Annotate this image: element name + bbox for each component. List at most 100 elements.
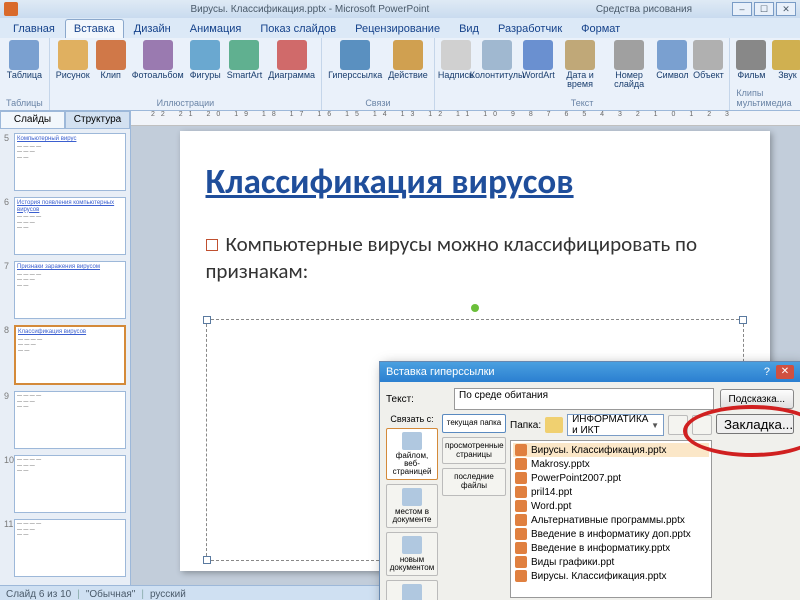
ribbon-Диаграмма[interactable]: Диаграмма: [268, 40, 315, 80]
ribbon-Действие[interactable]: Действие: [388, 40, 428, 80]
dialog-close-button[interactable]: ✕: [776, 365, 794, 379]
browsed-pages-button[interactable]: просмотренные страницы: [442, 437, 506, 465]
ribbon-tab[interactable]: Вид: [450, 19, 488, 38]
resize-handle[interactable]: [203, 556, 211, 564]
ribbon-group-name: Иллюстрации: [157, 98, 215, 108]
linkto-new[interactable]: новым документом: [386, 532, 438, 576]
slides-tab[interactable]: Слайды: [0, 111, 65, 129]
ribbon-icon: [58, 40, 88, 70]
ribbon-Фотоальбом[interactable]: Фотоальбом: [132, 40, 184, 80]
file-item[interactable]: Введение в информатику.pptx: [513, 541, 709, 555]
ribbon-Дата и время[interactable]: Дата и время: [559, 40, 600, 89]
file-item[interactable]: Вирусы. Классификация.pptx: [513, 443, 709, 457]
ribbon-group-name: Текст: [571, 98, 594, 108]
ribbon-Фигуры[interactable]: Фигуры: [190, 40, 221, 80]
ribbon-SmartArt[interactable]: SmartArt: [227, 40, 263, 80]
ribbon-group: ФильмЗвукКлипы мультимедиа: [730, 38, 800, 110]
file-item[interactable]: Word.ppt: [513, 499, 709, 513]
slide-thumbnail[interactable]: 9— — — — — — — — —: [4, 391, 126, 449]
ribbon-Таблица[interactable]: Таблица: [7, 40, 42, 80]
close-button[interactable]: ✕: [776, 2, 796, 16]
browse-panel: текущая папка просмотренные страницы пос…: [442, 414, 506, 600]
file-item[interactable]: Альтернативные программы.pptx: [513, 513, 709, 527]
folder-combo[interactable]: ИНФОРМАТИКА и ИКТ▼: [567, 414, 664, 436]
ribbon-Объект[interactable]: Объект: [693, 40, 723, 80]
powerpoint-file-icon: [515, 472, 527, 484]
ribbon-icon: [190, 40, 220, 70]
display-text-input[interactable]: По среде обитания: [454, 388, 714, 410]
file-item[interactable]: PowerPoint2007.ppt: [513, 471, 709, 485]
linkto-file-web[interactable]: файлом, веб-страницей: [386, 428, 438, 480]
resize-handle[interactable]: [203, 316, 211, 324]
file-list[interactable]: Вирусы. Классификация.pptxMakrosy.pptxPo…: [510, 440, 712, 598]
ribbon-WordArt[interactable]: WordArt: [523, 40, 553, 80]
insert-hyperlink-dialog: Вставка гиперссылки ? ✕ Текст: По среде …: [379, 361, 800, 600]
title-bar: Вирусы. Классификация.pptx - Microsoft P…: [0, 0, 800, 18]
slide-thumbnail[interactable]: 6История появления компьютерных вирусов—…: [4, 197, 126, 255]
ribbon-item-label: SmartArt: [227, 71, 263, 80]
ribbon-tab[interactable]: Анимация: [181, 19, 251, 38]
up-folder-button[interactable]: [668, 415, 688, 435]
ribbon-item-label: Фотоальбом: [132, 71, 184, 80]
ribbon-Символ[interactable]: Символ: [657, 40, 687, 80]
minimize-button[interactable]: –: [732, 2, 752, 16]
slide-thumbnail[interactable]: 7Признаки заражения вирусом— — — — — — —…: [4, 261, 126, 319]
slide-thumbnail[interactable]: 10— — — — — — — — —: [4, 455, 126, 513]
ribbon-tab[interactable]: Формат: [572, 19, 629, 38]
ribbon-icon: [393, 40, 423, 70]
ribbon-tab[interactable]: Рецензирование: [346, 19, 449, 38]
language-indicator[interactable]: русский: [150, 589, 186, 600]
powerpoint-file-icon: [515, 458, 527, 470]
ribbon-tab[interactable]: Дизайн: [125, 19, 180, 38]
ribbon-group: РисунокКлип Фотоальбом Фигуры SmartArt Диагр…: [50, 38, 322, 110]
outline-tab[interactable]: Структура: [65, 111, 130, 129]
ribbon-Звук[interactable]: Звук: [772, 40, 800, 80]
ribbon-tab[interactable]: Показ слайдов: [251, 19, 345, 38]
current-folder-button[interactable]: текущая папка: [442, 414, 506, 433]
powerpoint-file-icon: [515, 500, 527, 512]
file-item[interactable]: Вирусы. Классификация.pptx: [513, 569, 709, 583]
file-item[interactable]: pril14.ppt: [513, 485, 709, 499]
ribbon-item-label: Действие: [388, 71, 428, 80]
slide-body-text[interactable]: Компьютерные вирусы можно классифицирова…: [206, 231, 744, 286]
powerpoint-file-icon: [515, 528, 527, 540]
ribbon-tab[interactable]: Разработчик: [489, 19, 571, 38]
screentip-button[interactable]: Подсказка...: [720, 389, 794, 409]
browse-web-button[interactable]: [692, 415, 712, 435]
ribbon-icon: [482, 40, 512, 70]
dialog-titlebar[interactable]: Вставка гиперссылки ? ✕: [380, 362, 800, 382]
ribbon-Номер слайда[interactable]: Номер слайда: [607, 40, 652, 89]
maximize-button[interactable]: ☐: [754, 2, 774, 16]
linkto-place[interactable]: местом в документе: [386, 484, 438, 528]
slide-thumbnail[interactable]: 8Классификация вирусов— — — — — — — — —: [4, 325, 126, 385]
ribbon-Гиперссылка[interactable]: Гиперссылка: [328, 40, 382, 80]
ribbon-Клип[interactable]: Клип: [96, 40, 126, 80]
file-item[interactable]: Makrosy.pptx: [513, 457, 709, 471]
ribbon-Фильм[interactable]: Фильм: [736, 40, 766, 80]
ribbon-Колонтитулы[interactable]: Колонтитулы: [477, 40, 518, 80]
horizontal-ruler: 22 21 20 19 18 17 16 15 14 13 12 11 10 9…: [131, 111, 800, 126]
link-to-panel: Связать с: файлом, веб-страницей местом …: [386, 414, 438, 600]
bookmark-button[interactable]: Закладка...: [716, 414, 794, 434]
ribbon-item-label: Гиперссылка: [328, 71, 382, 80]
rotate-handle-icon[interactable]: [471, 304, 479, 312]
dialog-help-icon[interactable]: ?: [764, 366, 770, 378]
ribbon-Надпись[interactable]: Надпись: [441, 40, 471, 80]
ribbon-item-label: Дата и время: [559, 71, 600, 89]
slide-thumbnail[interactable]: 5Компьютерный вирус— — — — — — — — —: [4, 133, 126, 191]
linkto-email[interactable]: электронной почтой: [386, 580, 438, 600]
ribbon-icon: [693, 40, 723, 70]
slide-thumbnail[interactable]: 11— — — — — — — — —: [4, 519, 126, 577]
powerpoint-file-icon: [515, 486, 527, 498]
ribbon-group-name: Таблицы: [6, 98, 43, 108]
ribbon-tab[interactable]: Вставка: [65, 19, 124, 38]
ribbon-tab[interactable]: Главная: [4, 19, 64, 38]
resize-handle[interactable]: [739, 316, 747, 324]
ribbon-item-label: Диаграмма: [268, 71, 315, 80]
file-item[interactable]: Введение в информатику доп.pptx: [513, 527, 709, 541]
recent-files-button[interactable]: последние файлы: [442, 468, 506, 496]
ribbon-group: Таблица Таблицы: [0, 38, 50, 110]
file-item[interactable]: Виды графики.ppt: [513, 555, 709, 569]
ribbon-item-label: Звук: [778, 71, 796, 80]
ribbon-Рисунок[interactable]: Рисунок: [56, 40, 90, 80]
